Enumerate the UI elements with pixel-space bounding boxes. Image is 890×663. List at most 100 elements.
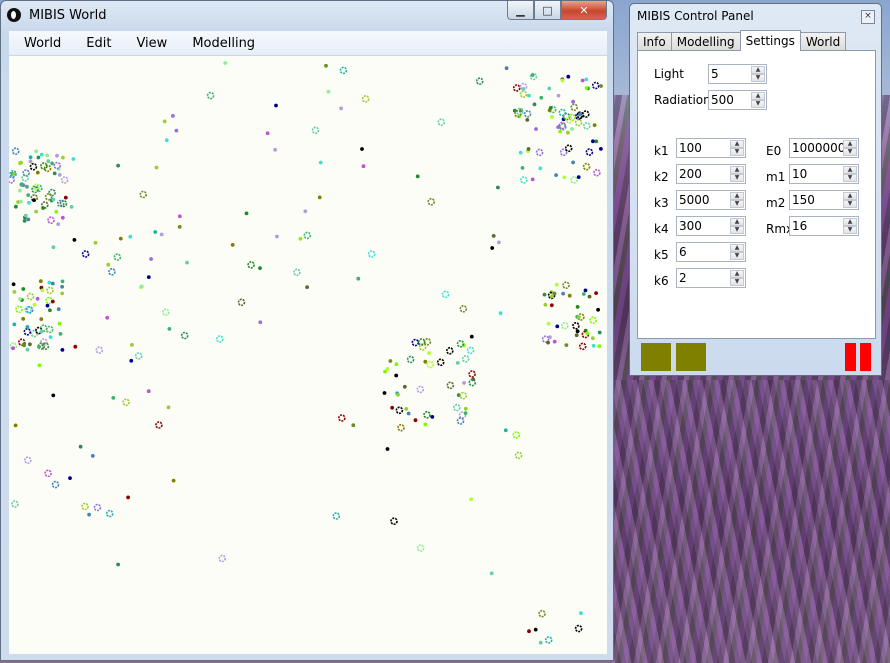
radiation-stepper[interactable]: ▲▼ <box>708 90 767 110</box>
world-canvas[interactable] <box>9 56 607 654</box>
organism-dot <box>461 354 470 363</box>
k3-input[interactable] <box>679 193 731 207</box>
organism-dot <box>122 398 130 407</box>
organism-dot <box>413 418 418 423</box>
k6-stepper[interactable]: ▲▼ <box>676 268 746 288</box>
organism-dot <box>216 335 224 343</box>
menu-view[interactable]: View <box>121 36 177 51</box>
organism-dot <box>223 61 228 65</box>
radiation-input[interactable] <box>711 93 751 107</box>
m1-down-arrow-icon[interactable]: ▼ <box>843 174 857 182</box>
rmx-down-arrow-icon[interactable]: ▼ <box>843 226 857 234</box>
organism-dot <box>45 325 54 334</box>
menu-world[interactable]: World <box>9 36 71 51</box>
organism-dot <box>180 331 189 340</box>
e0-up-arrow-icon[interactable]: ▲ <box>843 140 857 148</box>
organism-dot <box>590 336 595 341</box>
k5-down-arrow-icon[interactable]: ▼ <box>730 252 744 260</box>
k2-up-arrow-icon[interactable]: ▲ <box>730 166 744 174</box>
organism-dot <box>11 500 19 508</box>
light-stepper[interactable]: ▲▼ <box>708 64 767 84</box>
light-up-arrow-icon[interactable]: ▲ <box>751 66 765 74</box>
e0-down-arrow-icon[interactable]: ▼ <box>843 148 857 156</box>
light-down-arrow-icon[interactable]: ▼ <box>751 74 765 82</box>
k1-input[interactable] <box>679 141 731 155</box>
k2-input[interactable] <box>679 167 731 181</box>
m1-input[interactable] <box>792 167 844 181</box>
organism-dot <box>489 571 494 576</box>
organism-dot <box>549 303 554 308</box>
close-button[interactable]: ✕ <box>561 1 607 20</box>
organism-dot <box>567 293 572 298</box>
organism-dot <box>71 157 76 161</box>
organism-dot <box>593 168 601 177</box>
title-bar[interactable]: MIBIS World ▁ □ ✕ <box>1 1 613 29</box>
organism-dot <box>512 84 521 92</box>
organism-dot <box>12 322 17 327</box>
organism-dot <box>116 163 120 168</box>
maximize-button[interactable]: □ <box>534 1 561 20</box>
k6-input[interactable] <box>679 271 731 285</box>
k1-down-arrow-icon[interactable]: ▼ <box>730 148 744 156</box>
k4-down-arrow-icon[interactable]: ▼ <box>730 226 744 234</box>
k3-up-arrow-icon[interactable]: ▲ <box>730 192 744 200</box>
k5-stepper[interactable]: ▲▼ <box>676 242 746 262</box>
pause-indicator-left <box>845 343 856 371</box>
e0-input[interactable] <box>792 141 844 155</box>
k3-label: k3 <box>654 196 669 210</box>
k3-stepper[interactable]: ▲▼ <box>676 190 746 210</box>
panel-close-button[interactable]: × <box>861 10 875 24</box>
organism-dot <box>591 343 596 348</box>
rmx-up-arrow-icon[interactable]: ▲ <box>843 218 857 226</box>
light-label: Light <box>654 67 684 81</box>
light-input[interactable] <box>711 67 751 81</box>
menu-modelling[interactable]: Modelling <box>177 36 265 51</box>
k1-up-arrow-icon[interactable]: ▲ <box>730 140 744 148</box>
m2-label: m2 <box>766 196 786 210</box>
m2-up-arrow-icon[interactable]: ▲ <box>843 192 857 200</box>
rmx-stepper[interactable]: ▲▼ <box>789 216 859 236</box>
m1-up-arrow-icon[interactable]: ▲ <box>843 166 857 174</box>
rmx-input[interactable] <box>792 219 844 233</box>
k6-down-arrow-icon[interactable]: ▼ <box>730 278 744 286</box>
organism-dot <box>273 147 278 152</box>
organism-dot <box>415 174 420 179</box>
radiation-up-arrow-icon[interactable]: ▲ <box>751 92 765 100</box>
organism-dot <box>50 299 55 304</box>
organism-dot <box>578 342 587 351</box>
mibis-world-window: MIBIS World ▁ □ ✕ World Edit View Modell… <box>0 0 614 661</box>
organism-dot <box>25 324 30 329</box>
k2-stepper[interactable]: ▲▼ <box>676 164 746 184</box>
k5-input[interactable] <box>679 245 731 259</box>
k3-down-arrow-icon[interactable]: ▼ <box>730 200 744 208</box>
organism-dot <box>394 373 399 378</box>
k4-stepper[interactable]: ▲▼ <box>676 216 746 236</box>
k2-label: k2 <box>654 170 669 184</box>
tab-settings[interactable]: Settings <box>739 30 801 51</box>
organism-dot <box>538 166 543 171</box>
tab-modelling[interactable]: Modelling <box>670 32 741 50</box>
menu-edit[interactable]: Edit <box>71 36 121 51</box>
m1-stepper[interactable]: ▲▼ <box>789 164 859 184</box>
radiation-down-arrow-icon[interactable]: ▼ <box>751 100 765 108</box>
minimize-button[interactable]: ▁ <box>507 1 534 20</box>
m2-stepper[interactable]: ▲▼ <box>789 190 859 210</box>
e0-stepper[interactable]: ▲▼ <box>789 138 859 158</box>
organism-dot <box>164 138 169 143</box>
organism-dot <box>87 512 91 517</box>
organism-dot <box>564 343 569 348</box>
organism-dot <box>388 359 393 363</box>
organism-dot <box>404 406 409 411</box>
tab-info[interactable]: Info <box>637 32 672 50</box>
m2-input[interactable] <box>792 193 844 207</box>
k6-up-arrow-icon[interactable]: ▲ <box>730 270 744 278</box>
m2-down-arrow-icon[interactable]: ▼ <box>843 200 857 208</box>
k4-input[interactable] <box>679 219 731 233</box>
k1-stepper[interactable]: ▲▼ <box>676 138 746 158</box>
tab-world[interactable]: World <box>799 32 847 50</box>
organism-dot <box>303 209 308 214</box>
k2-down-arrow-icon[interactable]: ▼ <box>730 174 744 182</box>
k4-up-arrow-icon[interactable]: ▲ <box>730 218 744 226</box>
k5-up-arrow-icon[interactable]: ▲ <box>730 244 744 252</box>
organism-dot <box>48 335 53 340</box>
